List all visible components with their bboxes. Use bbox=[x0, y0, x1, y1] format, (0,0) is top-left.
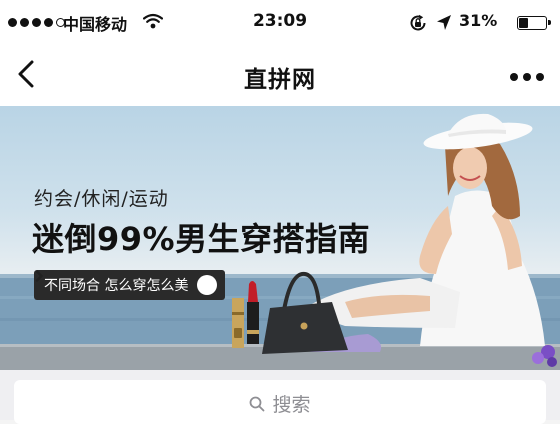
banner-headline: 迷倒99%男生穿搭指南 bbox=[32, 220, 371, 258]
search-area: 搜索 bbox=[0, 370, 560, 424]
status-bar: 中国移动 23:09 31% bbox=[0, 0, 560, 46]
promo-banner[interactable]: 约会/休闲/运动 迷倒99%男生穿搭指南 不同场合 怎么穿怎么美 bbox=[0, 106, 560, 370]
banner-cta-button[interactable]: 不同场合 怎么穿怎么美 bbox=[34, 270, 226, 300]
search-input[interactable]: 搜索 bbox=[14, 380, 546, 424]
more-button[interactable] bbox=[502, 62, 552, 92]
search-placeholder: 搜索 bbox=[272, 394, 311, 416]
navigation-bar: 直拼网 bbox=[0, 46, 560, 107]
search-icon bbox=[249, 396, 265, 416]
chevron-right-circle-icon bbox=[35, 270, 218, 295]
battery-icon bbox=[517, 16, 551, 30]
orientation-lock-icon bbox=[409, 14, 427, 36]
battery-percent: 31% bbox=[459, 11, 498, 30]
location-arrow-icon bbox=[436, 14, 452, 36]
page-title: 直拼网 bbox=[244, 67, 316, 93]
banner-cta-label: 不同场合 怎么穿怎么美 bbox=[44, 278, 189, 294]
more-dots-icon bbox=[510, 73, 544, 81]
banner-tagline: 约会/休闲/运动 bbox=[34, 188, 169, 210]
